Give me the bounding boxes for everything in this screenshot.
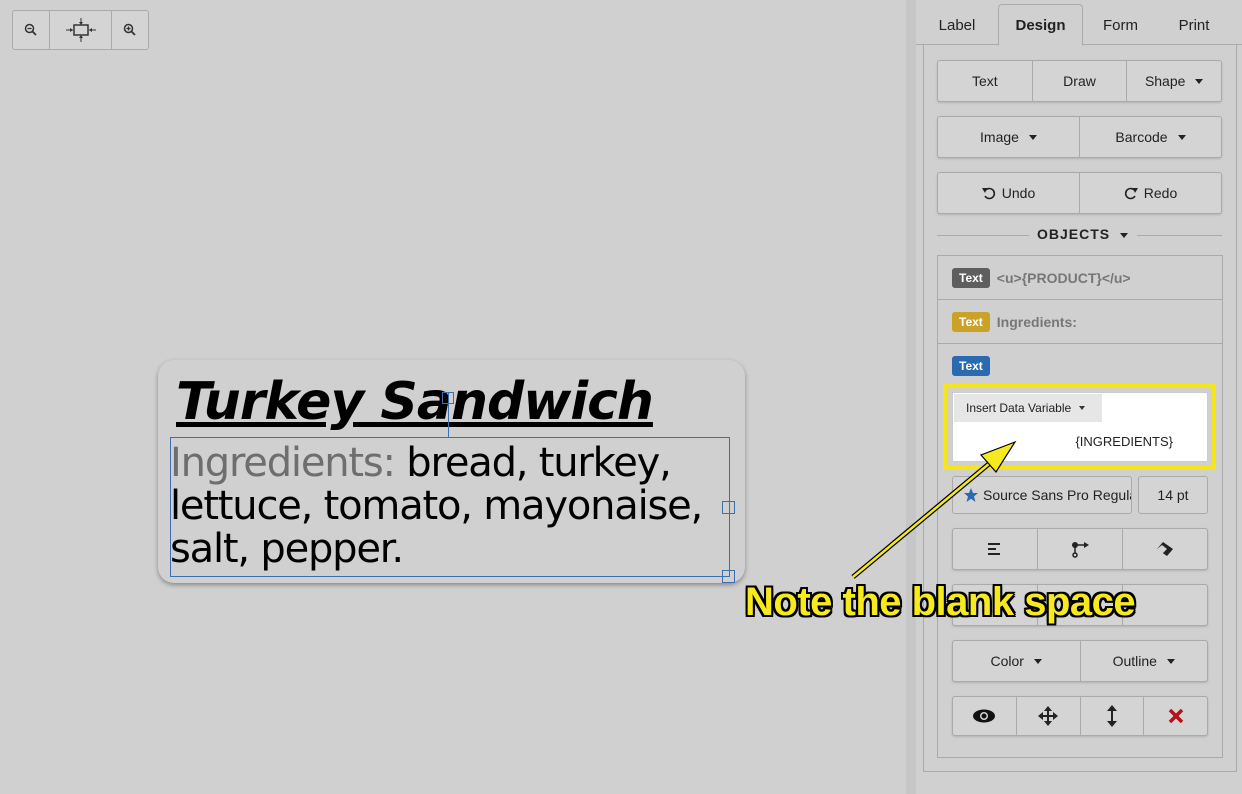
path-button[interactable] (1038, 529, 1123, 569)
outline-label: Outline (1112, 653, 1157, 669)
rotation-handle[interactable] (442, 392, 454, 404)
tab-label[interactable]: Label (916, 4, 998, 46)
font-family-select[interactable]: Source Sans Pro Regular (952, 476, 1132, 514)
font-size-input[interactable]: 14 pt (1138, 476, 1208, 514)
panel-divider[interactable] (906, 0, 916, 794)
label-preview[interactable]: Turkey Sandwich Ingredients: bread, turk… (158, 360, 745, 583)
eraser-icon (1157, 542, 1173, 556)
outline-button[interactable]: Outline (1081, 641, 1208, 681)
fit-screen-icon (65, 18, 96, 42)
align-toolbar (952, 528, 1208, 570)
divider (937, 235, 1029, 236)
object-type-badge: Text (952, 356, 990, 376)
object-name: Ingredients: (996, 313, 1077, 330)
zoom-out-icon (24, 23, 37, 36)
redo-label: Redo (1143, 185, 1178, 201)
tab-design[interactable]: Design (998, 4, 1083, 46)
objects-header[interactable]: OBJECTS (937, 224, 1222, 246)
undo-icon (981, 187, 995, 200)
eye-icon (973, 709, 996, 723)
resize-handle-right[interactable] (722, 501, 735, 514)
chevron-down-icon (1166, 658, 1175, 664)
panel-tabs: Label Design Form Print (916, 0, 1242, 46)
vertical-resize-icon (1106, 705, 1117, 727)
barcode-label: Barcode (1115, 129, 1168, 145)
chevron-down-icon (1120, 232, 1129, 238)
barcode-button[interactable]: Barcode (1080, 117, 1221, 157)
draw-button[interactable]: Draw (1033, 61, 1128, 101)
objects-title: OBJECTS (1037, 226, 1129, 242)
insert-data-variable-label: Insert Data Variable (966, 401, 1072, 415)
fit-to-screen-button[interactable] (50, 11, 113, 49)
path-icon (1072, 542, 1089, 558)
history-toolbar: Undo Redo (937, 172, 1222, 214)
divider (1137, 235, 1222, 236)
selection-box (170, 437, 730, 577)
undo-label: Undo (1001, 185, 1036, 201)
resize-vertical-button[interactable] (1081, 697, 1145, 735)
media-toolbar: Image Barcode (937, 116, 1222, 158)
label-canvas: Turkey Sandwich Ingredients: bread, turk… (0, 0, 906, 794)
align-left-button[interactable] (953, 529, 1038, 569)
align-left-icon (988, 543, 1000, 555)
object-actions-toolbar (952, 696, 1208, 736)
label-title[interactable]: Turkey Sandwich (176, 372, 654, 432)
color-label: Color (990, 653, 1024, 669)
tab-form[interactable]: Form (1083, 4, 1158, 46)
color-toolbar: Color Outline (952, 640, 1208, 682)
chevron-down-icon (1079, 406, 1086, 410)
tab-print[interactable]: Print (1158, 4, 1230, 46)
clear-format-button[interactable] (1123, 529, 1207, 569)
object-row-ingredients-label[interactable]: Text Ingredients: (938, 300, 1222, 344)
text-editor[interactable]: Insert Data Variable {INGREDIENTS} (952, 392, 1208, 462)
font-row: Source Sans Pro Regular 14 pt (952, 476, 1208, 514)
move-icon (1038, 706, 1059, 726)
move-button[interactable] (1017, 697, 1081, 735)
insert-data-variable-button[interactable]: Insert Data Variable (954, 394, 1102, 422)
object-row-selected[interactable]: Text (938, 344, 1222, 388)
color-button[interactable]: Color (953, 641, 1081, 681)
star-icon (964, 488, 978, 502)
chevron-down-icon (1033, 658, 1042, 664)
zoom-out-button[interactable] (13, 11, 50, 49)
object-name: <u>{PRODUCT}</u> (996, 269, 1131, 286)
chevron-down-icon (1195, 78, 1204, 84)
chevron-down-icon (1177, 134, 1186, 140)
delete-icon (1168, 708, 1183, 724)
chevron-down-icon (1028, 134, 1037, 140)
objects-title-text: OBJECTS (1037, 226, 1111, 242)
font-family-value: Source Sans Pro Regular (983, 487, 1132, 503)
shape-label: Shape (1144, 73, 1186, 89)
zoom-in-button[interactable] (112, 11, 148, 49)
undo-button[interactable]: Undo (938, 173, 1080, 213)
object-row-product[interactable]: Text <u>{PRODUCT}</u> (938, 256, 1222, 300)
editor-content[interactable]: {INGREDIENTS} (1075, 434, 1173, 449)
text-button[interactable]: Text (938, 61, 1033, 101)
zoom-in-icon (123, 23, 136, 36)
object-type-badge: Text (952, 311, 990, 332)
image-button[interactable]: Image (938, 117, 1080, 157)
format-button-3[interactable] (1123, 585, 1207, 625)
shape-button[interactable]: Shape (1127, 61, 1221, 101)
object-type-badge: Text (952, 267, 990, 288)
resize-handle-corner[interactable] (722, 570, 735, 583)
zoom-toolbar (12, 10, 149, 50)
redo-icon (1124, 187, 1138, 200)
delete-button[interactable] (1144, 697, 1207, 735)
visibility-button[interactable] (953, 697, 1017, 735)
add-object-toolbar: Text Draw Shape (937, 60, 1222, 102)
annotation-callout: Note the blank space (745, 580, 1136, 624)
image-label: Image (980, 129, 1019, 145)
redo-button[interactable]: Redo (1080, 173, 1221, 213)
